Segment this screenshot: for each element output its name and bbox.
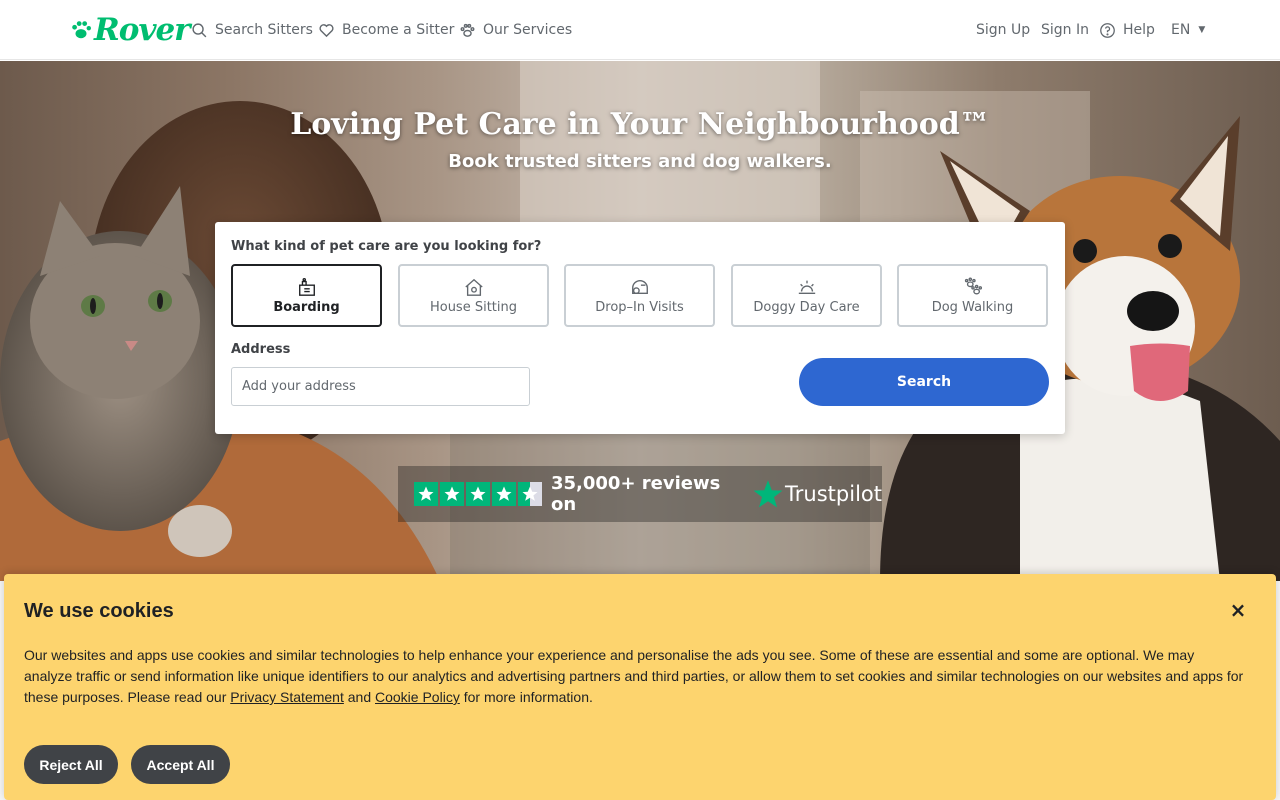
nav-our-services-label: Our Services	[483, 22, 573, 38]
service-question: What kind of pet care are you looking fo…	[231, 239, 542, 254]
star-icon	[440, 482, 464, 506]
search-icon	[192, 22, 207, 37]
nav-become-sitter-label: Become a Sitter	[342, 22, 455, 38]
star-icon	[466, 482, 490, 506]
search-button[interactable]: Search	[799, 358, 1049, 406]
day-care-icon	[798, 280, 815, 294]
cookie-body-text: Our websites and apps use cookies and si…	[24, 647, 1244, 705]
chevron-down-icon: ▼	[1198, 25, 1206, 35]
heart-icon	[319, 23, 334, 37]
address-input[interactable]	[231, 367, 530, 406]
accept-all-button[interactable]: Accept All	[131, 745, 230, 784]
service-house-sitting[interactable]: House Sitting	[398, 264, 549, 327]
privacy-statement-link[interactable]: Privacy Statement	[230, 689, 344, 705]
nav-search-sitters[interactable]: Search Sitters	[191, 18, 313, 42]
trustpilot-reviews-text: 35,000+ reviews on	[551, 473, 721, 515]
search-card: What kind of pet care are you looking fo…	[215, 222, 1065, 434]
nav-become-sitter[interactable]: Become a Sitter	[318, 18, 454, 42]
address-label: Address	[231, 342, 291, 357]
service-drop-in-label: Drop–In Visits	[595, 299, 684, 315]
rover-logo[interactable]: Rover	[70, 12, 191, 48]
language-label: EN	[1171, 22, 1191, 38]
cookie-banner: We use cookies × Our websites and apps u…	[4, 574, 1276, 800]
trustpilot-badge[interactable]: 35,000+ reviews on Trustpilot	[398, 466, 882, 522]
logo-wordmark: Rover	[94, 12, 191, 48]
house-sitting-icon	[464, 278, 483, 296]
hero-title: Loving Pet Care in Your Neighbourhood™	[290, 107, 990, 142]
boarding-icon	[298, 277, 315, 296]
nav-search-sitters-label: Search Sitters	[215, 22, 313, 38]
drop-in-icon	[631, 279, 648, 294]
sign-up-link[interactable]: Sign Up	[976, 18, 1030, 42]
hero-subtitle: Book trusted sitters and dog walkers.	[448, 151, 832, 172]
trustpilot-star-icon	[753, 480, 783, 508]
star-icon	[414, 482, 438, 506]
service-doggy-day-care[interactable]: Doggy Day Care	[731, 264, 882, 327]
trustpilot-stars	[414, 482, 542, 506]
half-star-icon	[518, 482, 542, 506]
help-label: Help	[1123, 22, 1155, 38]
trustpilot-brand: Trustpilot	[785, 482, 882, 506]
star-icon	[492, 482, 516, 506]
trustpilot-logo: Trustpilot	[753, 479, 882, 509]
dog-walking-icon	[964, 276, 982, 294]
service-day-care-label: Doggy Day Care	[753, 299, 860, 315]
service-dog-walking-label: Dog Walking	[931, 299, 1014, 315]
reject-all-button[interactable]: Reject All	[24, 745, 118, 784]
cookie-body-end: for more information.	[459, 689, 593, 705]
service-boarding-label: Boarding	[273, 299, 340, 315]
paw-icon	[460, 23, 475, 37]
language-selector[interactable]: EN ▼	[1171, 18, 1205, 42]
sign-in-link[interactable]: Sign In	[1041, 18, 1089, 42]
service-drop-in-visits[interactable]: Drop–In Visits	[564, 264, 715, 327]
close-icon[interactable]: ×	[1228, 600, 1248, 620]
paw-logo-icon	[72, 21, 91, 39]
cookie-and-text: and	[343, 689, 375, 705]
top-nav: Rover Search Sitters Become a Sitter Our…	[0, 0, 1280, 60]
cookie-policy-link[interactable]: Cookie Policy	[375, 689, 460, 705]
service-boarding[interactable]: Boarding	[231, 264, 382, 327]
cookie-title: We use cookies	[24, 600, 174, 622]
nav-our-services[interactable]: Our Services	[459, 18, 572, 42]
service-dog-walking[interactable]: Dog Walking	[897, 264, 1048, 327]
help-icon	[1100, 22, 1115, 38]
cookie-body: Our websites and apps use cookies and si…	[24, 645, 1244, 708]
service-house-sitting-label: House Sitting	[429, 299, 518, 315]
hero-section: Loving Pet Care in Your Neighbourhood™ B…	[0, 61, 1280, 581]
help-link[interactable]: Help	[1099, 18, 1155, 42]
